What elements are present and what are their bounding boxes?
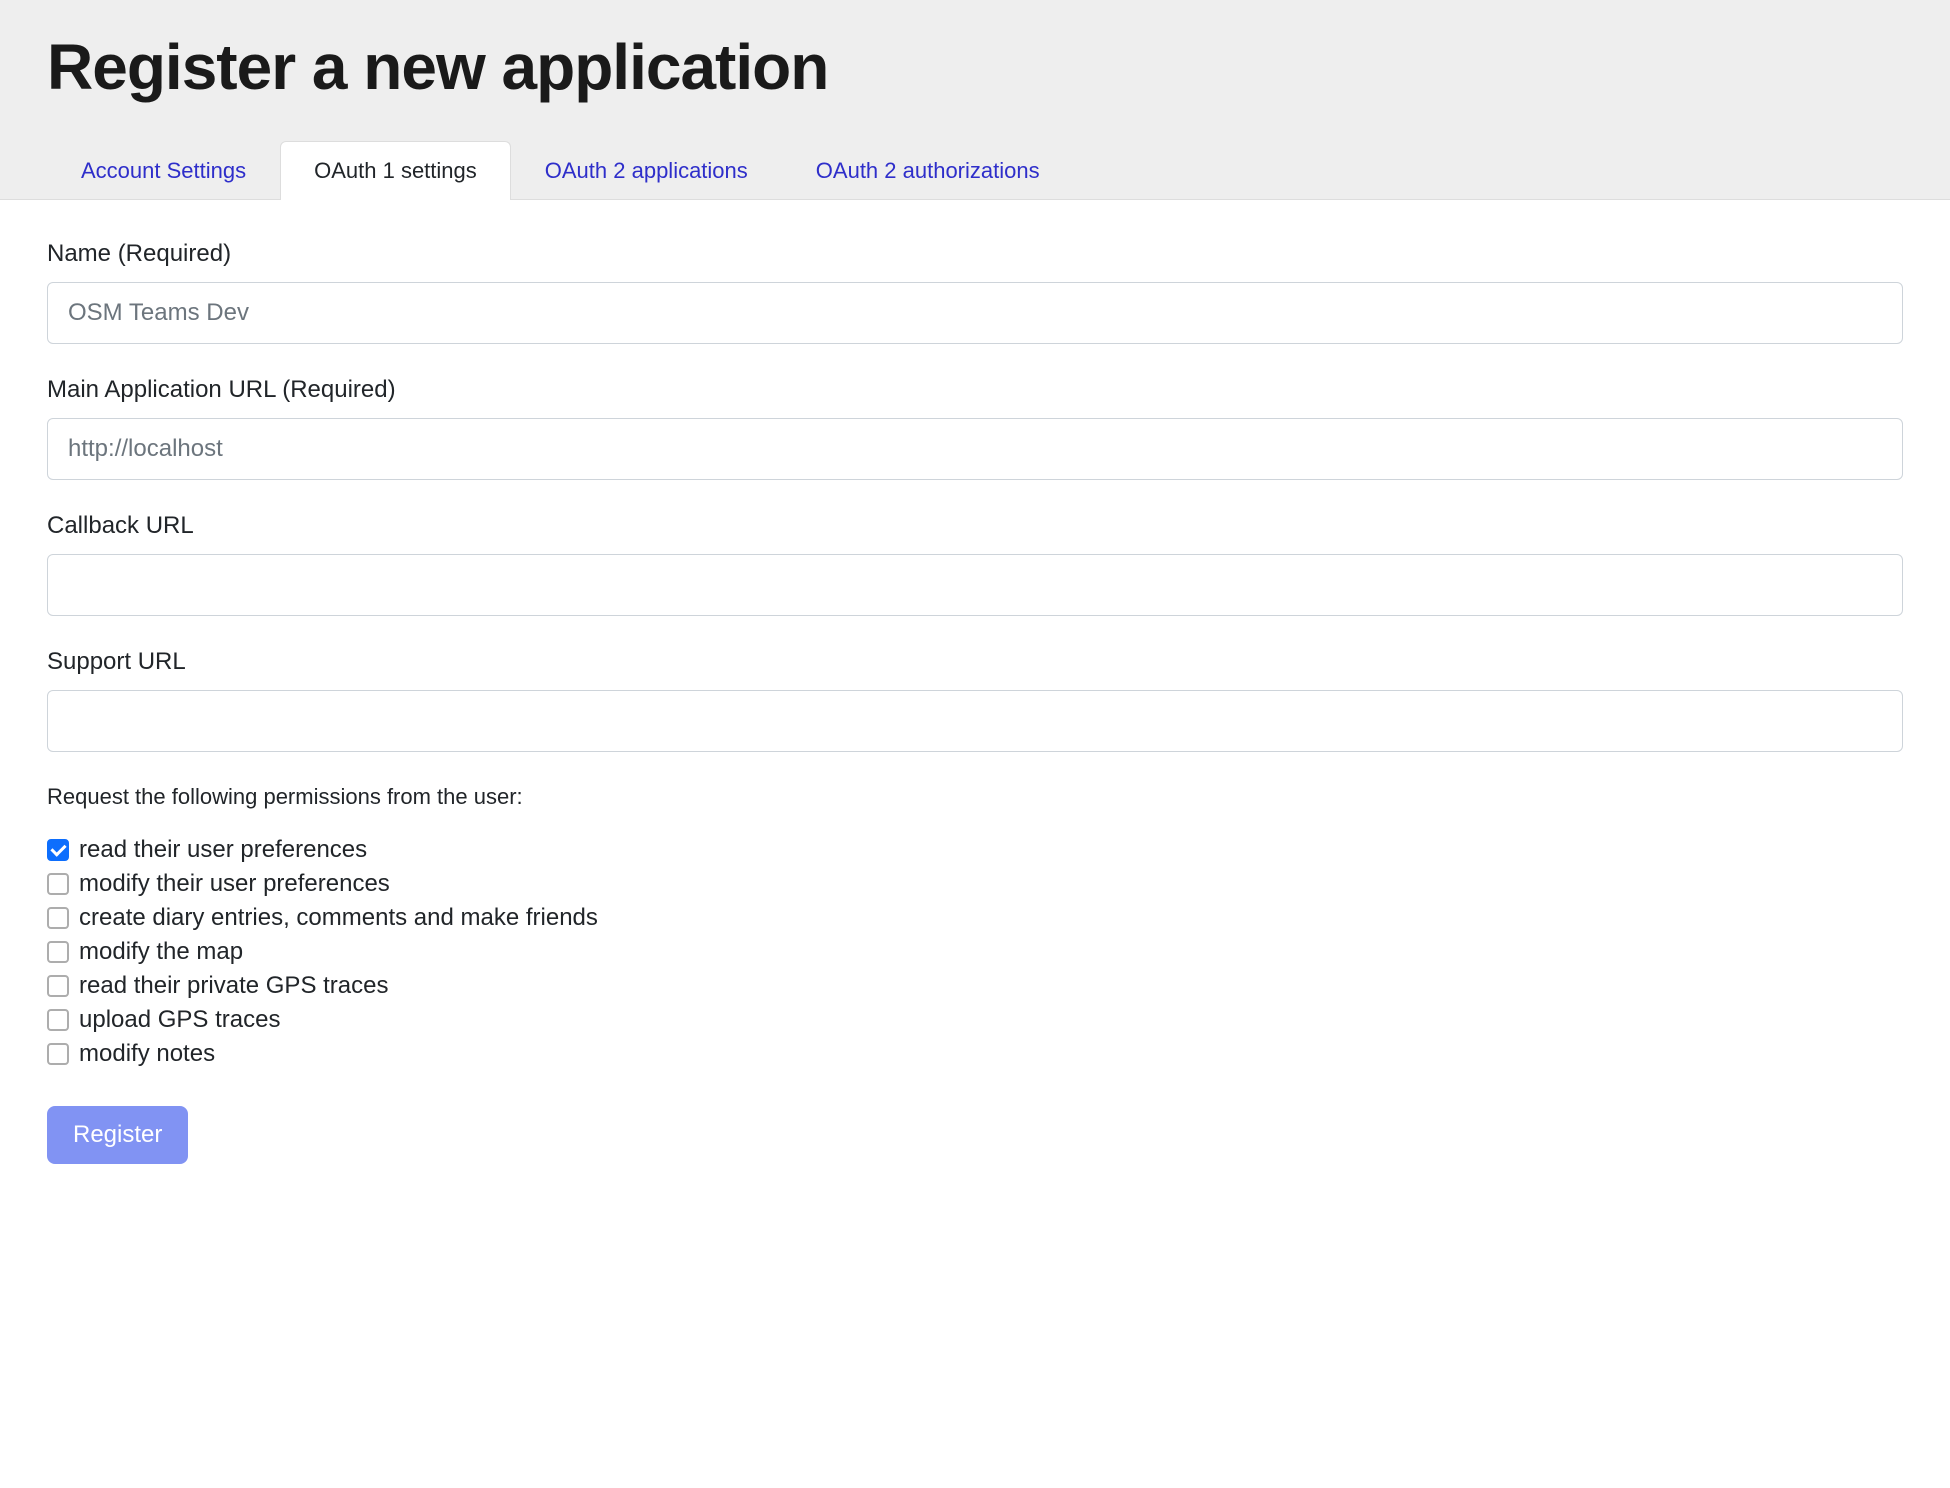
permission-row: modify their user preferences [47, 870, 1903, 898]
permission-label[interactable]: create diary entries, comments and make … [79, 904, 598, 932]
callback-url-label: Callback URL [47, 512, 1903, 540]
permissions-heading: Request the following permissions from t… [47, 784, 1903, 810]
permission-checkbox-upload-gps[interactable] [47, 1009, 69, 1031]
permission-checkbox-modify-map[interactable] [47, 941, 69, 963]
permission-label[interactable]: read their private GPS traces [79, 972, 388, 1000]
name-label: Name (Required) [47, 240, 1903, 268]
permission-label[interactable]: read their user preferences [79, 836, 367, 864]
permission-row: read their user preferences [47, 836, 1903, 864]
permission-checkbox-read-prefs[interactable] [47, 839, 69, 861]
permission-checkbox-modify-notes[interactable] [47, 1043, 69, 1065]
tabs-container: Account Settings OAuth 1 settings OAuth … [47, 140, 1903, 199]
page-title: Register a new application [47, 30, 1903, 104]
permission-row: create diary entries, comments and make … [47, 904, 1903, 932]
permission-label[interactable]: modify notes [79, 1040, 215, 1068]
permission-checkbox-diary[interactable] [47, 907, 69, 929]
tab-oauth1-settings[interactable]: OAuth 1 settings [280, 141, 511, 200]
main-url-label: Main Application URL (Required) [47, 376, 1903, 404]
register-button[interactable]: Register [47, 1106, 188, 1164]
tab-oauth2-applications[interactable]: OAuth 2 applications [511, 141, 782, 200]
permission-row: read their private GPS traces [47, 972, 1903, 1000]
name-input[interactable] [47, 282, 1903, 344]
main-url-input[interactable] [47, 418, 1903, 480]
permission-label[interactable]: modify the map [79, 938, 243, 966]
tab-account-settings[interactable]: Account Settings [47, 141, 280, 200]
permission-row: upload GPS traces [47, 1006, 1903, 1034]
support-url-label: Support URL [47, 648, 1903, 676]
tab-oauth2-authorizations[interactable]: OAuth 2 authorizations [782, 141, 1074, 200]
form-content: Name (Required) Main Application URL (Re… [0, 200, 1950, 1204]
permissions-list: read their user preferences modify their… [47, 836, 1903, 1068]
permission-checkbox-modify-prefs[interactable] [47, 873, 69, 895]
permission-row: modify notes [47, 1040, 1903, 1068]
permission-label[interactable]: upload GPS traces [79, 1006, 280, 1034]
permission-checkbox-read-gps[interactable] [47, 975, 69, 997]
callback-url-input[interactable] [47, 554, 1903, 616]
permission-row: modify the map [47, 938, 1903, 966]
permission-label[interactable]: modify their user preferences [79, 870, 390, 898]
support-url-input[interactable] [47, 690, 1903, 752]
